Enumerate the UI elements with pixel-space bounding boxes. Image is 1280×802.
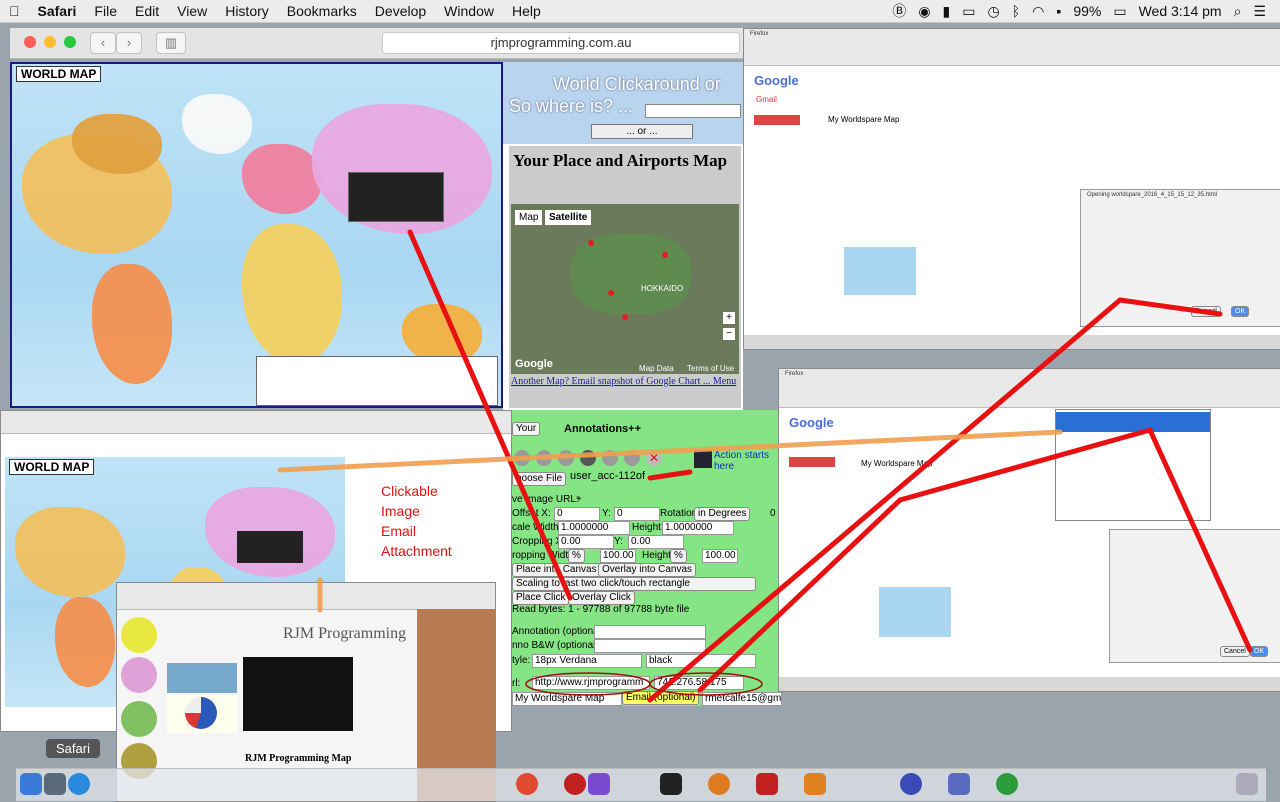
mac-dock: Safari (16, 739, 1266, 801)
filezilla-icon[interactable] (756, 773, 778, 795)
php-icon[interactable] (948, 773, 970, 795)
arrow-to-world-map (407, 229, 573, 601)
arrow-to-gmail-mid (697, 497, 903, 693)
vlc-icon[interactable] (804, 773, 826, 795)
arrow-to-ok-top (1117, 297, 1223, 317)
app-green-icon[interactable] (996, 773, 1018, 795)
finder-icon[interactable] (20, 773, 42, 795)
arrow-to-ok-mid (1147, 427, 1253, 653)
terminal-icon[interactable] (660, 773, 682, 795)
dock-tooltip: Safari (46, 739, 100, 758)
chrome-icon[interactable] (516, 773, 538, 795)
url-circle (525, 672, 651, 696)
annotation-arrows (277, 229, 1253, 703)
arrow-to-gmail-top (647, 297, 1123, 703)
star-app-icon[interactable] (588, 773, 610, 795)
bbedit-icon[interactable] (900, 773, 922, 795)
safari-icon[interactable] (68, 773, 90, 795)
arrow-to-download (897, 427, 1153, 503)
firefox-icon[interactable] (708, 773, 730, 795)
opera-icon[interactable] (564, 773, 586, 795)
arrow-to-file (647, 469, 693, 481)
launchpad-icon[interactable] (44, 773, 66, 795)
trash-icon[interactable] (1236, 773, 1258, 795)
